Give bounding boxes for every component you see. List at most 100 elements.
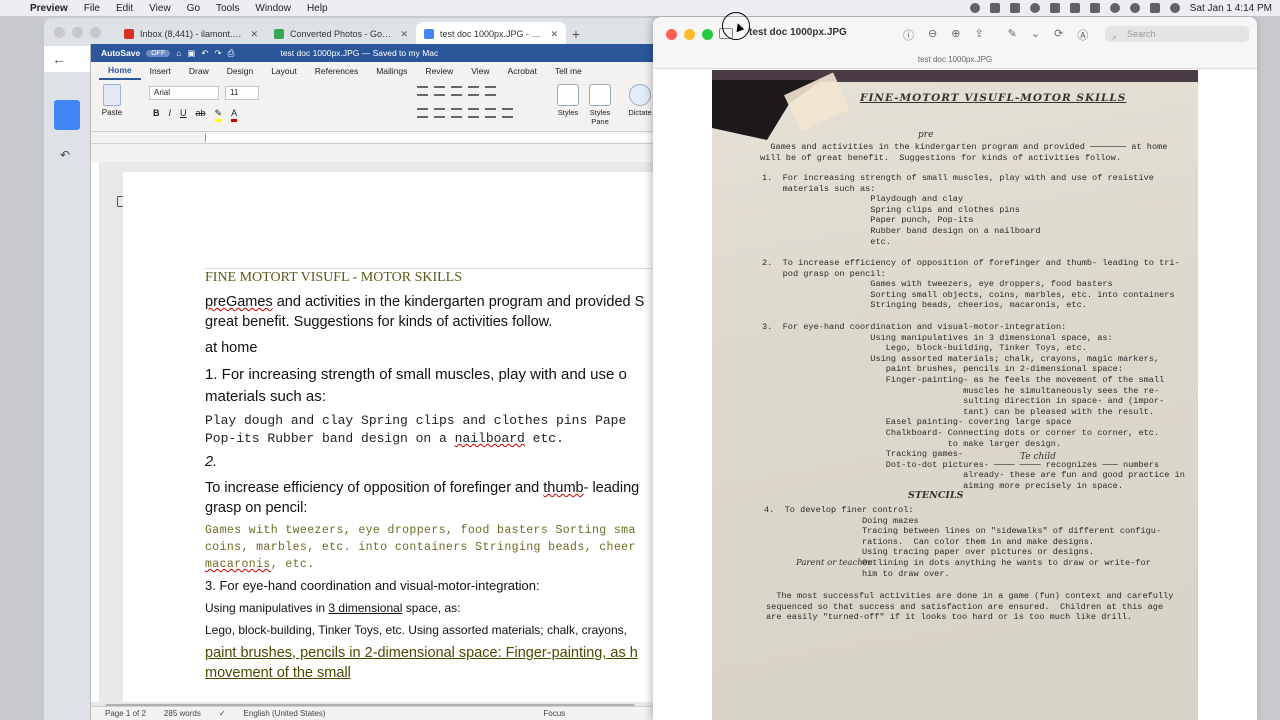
- record-icon[interactable]: [969, 3, 980, 13]
- print-icon[interactable]: ⎙: [228, 48, 235, 59]
- align-right-icon[interactable]: [451, 108, 462, 118]
- page-count[interactable]: Page 1 of 2: [105, 709, 146, 718]
- volume-icon[interactable]: [1049, 3, 1060, 13]
- camera-icon[interactable]: [989, 3, 1000, 13]
- menu-file[interactable]: File: [76, 3, 108, 14]
- menu-tools[interactable]: Tools: [208, 3, 247, 14]
- menu-app-name[interactable]: Preview: [22, 3, 76, 14]
- tab-references[interactable]: References: [306, 66, 367, 76]
- header-rule: [205, 268, 664, 269]
- tab-home[interactable]: Home: [99, 62, 141, 80]
- underline-button[interactable]: U: [180, 108, 187, 122]
- new-tab-button[interactable]: +: [566, 22, 586, 46]
- home-icon[interactable]: ⌂: [176, 48, 181, 58]
- save-icon[interactable]: ▣: [187, 48, 195, 59]
- menu-clock[interactable]: Sat Jan 1 4:14 PM: [1190, 3, 1272, 14]
- tab-mailings[interactable]: Mailings: [367, 66, 416, 76]
- paste-button[interactable]: Paste: [99, 84, 125, 117]
- undo-icon[interactable]: ↶: [201, 48, 208, 59]
- doc-paragraph: macaronis, etc.: [205, 558, 315, 571]
- clock-history-icon[interactable]: [1029, 3, 1040, 13]
- battery-icon[interactable]: [1089, 3, 1100, 13]
- undo-icon[interactable]: ↶: [60, 148, 70, 162]
- strikethrough-button[interactable]: ab: [196, 108, 206, 122]
- info-icon[interactable]: ⓘ: [903, 27, 914, 43]
- share-icon[interactable]: ⇪: [974, 27, 983, 43]
- align-left-icon[interactable]: [417, 108, 428, 118]
- highlight-icon[interactable]: ✎: [214, 108, 223, 122]
- zoom-window-button[interactable]: [90, 27, 101, 38]
- tab-layout[interactable]: Layout: [262, 66, 306, 76]
- menu-go[interactable]: Go: [179, 3, 208, 14]
- zoom-in-icon[interactable]: ⊕: [951, 27, 960, 43]
- document-body[interactable]: FINE MOTORT VISUFL - MOTOR SKILLS preGam…: [205, 270, 664, 683]
- multilevel-list-icon[interactable]: [451, 86, 462, 96]
- markup-pen-icon[interactable]: ✎: [1008, 27, 1017, 43]
- markup-icon[interactable]: Ⓐ: [1077, 27, 1088, 43]
- bluetooth-icon[interactable]: [1009, 3, 1020, 13]
- rotate-icon[interactable]: ⟳: [1054, 27, 1063, 43]
- language-indicator[interactable]: English (United States): [244, 709, 326, 718]
- minimize-window-button[interactable]: [72, 27, 83, 38]
- chrome-tab-docs[interactable]: test doc 1000px.JPG - Google D ✕: [416, 22, 566, 46]
- flag-icon[interactable]: [1069, 3, 1080, 13]
- chrome-window: Inbox (8,441) - ilamont.com@gm ✕ Convert…: [44, 18, 664, 720]
- font-size-select[interactable]: 11: [225, 86, 259, 100]
- font-color-icon[interactable]: A: [231, 108, 238, 122]
- styles-pane-icon: [589, 84, 611, 106]
- justify-icon[interactable]: [468, 108, 479, 118]
- control-center-icon[interactable]: [1149, 3, 1160, 13]
- zoom-window-button[interactable]: [702, 29, 713, 40]
- tab-design[interactable]: Design: [218, 66, 262, 76]
- shading-icon[interactable]: [502, 108, 513, 118]
- tab-acrobat[interactable]: Acrobat: [499, 66, 546, 76]
- focus-button[interactable]: Focus: [543, 709, 565, 718]
- menu-help[interactable]: Help: [299, 3, 336, 14]
- horizontal-ruler[interactable]: [91, 132, 664, 144]
- spotlight-search-icon[interactable]: [1129, 3, 1140, 13]
- tab-review[interactable]: Review: [416, 66, 462, 76]
- chrome-tab-drive[interactable]: Converted Photos - Google Driv ✕: [266, 22, 416, 46]
- menu-view[interactable]: View: [141, 3, 179, 14]
- preview-canvas[interactable]: FINE-MOTORT VISUFL-MOTOR SKILLS pre Game…: [653, 70, 1257, 720]
- tab-insert[interactable]: Insert: [141, 66, 180, 76]
- close-window-button[interactable]: [666, 29, 677, 40]
- word-count[interactable]: 285 words: [164, 709, 201, 718]
- document-page[interactable]: FINE MOTORT VISUFL - MOTOR SKILLS preGam…: [123, 172, 664, 712]
- decrease-indent-icon[interactable]: [468, 86, 479, 96]
- align-center-icon[interactable]: [434, 108, 445, 118]
- wifi-icon[interactable]: [1109, 3, 1120, 13]
- doc-paragraph: 1. For increasing strength of small musc…: [205, 366, 627, 383]
- line-spacing-icon[interactable]: [485, 108, 496, 118]
- dictate-button[interactable]: Dictate: [625, 84, 655, 117]
- chevron-down-icon[interactable]: ⌄: [1031, 27, 1040, 43]
- close-tab-icon[interactable]: ✕: [400, 29, 408, 40]
- italic-button[interactable]: I: [169, 108, 172, 122]
- font-name-select[interactable]: Arial: [149, 86, 219, 100]
- minimize-window-button[interactable]: [684, 29, 695, 40]
- close-tab-icon[interactable]: ✕: [250, 29, 258, 40]
- tab-draw[interactable]: Draw: [180, 66, 218, 76]
- chrome-tab-gmail[interactable]: Inbox (8,441) - ilamont.com@gm ✕: [116, 22, 266, 46]
- close-window-button[interactable]: [54, 27, 65, 38]
- menu-window[interactable]: Window: [247, 3, 299, 14]
- increase-indent-icon[interactable]: [485, 86, 496, 96]
- close-tab-icon[interactable]: ✕: [550, 29, 558, 40]
- siri-icon[interactable]: [1169, 3, 1180, 13]
- docs-logo-icon[interactable]: [54, 100, 80, 130]
- bullets-icon[interactable]: [417, 86, 428, 96]
- redo-icon[interactable]: ↷: [215, 48, 222, 59]
- styles-pane-button[interactable]: Styles Pane: [585, 84, 615, 126]
- zoom-out-icon[interactable]: ⊖: [928, 27, 937, 43]
- numbering-icon[interactable]: [434, 86, 445, 96]
- ribbon: Paste Arial 11 B I U ab ✎ A Styles Style…: [91, 80, 664, 132]
- autosave-toggle[interactable]: OFF: [146, 49, 171, 57]
- styles-button[interactable]: Styles: [553, 84, 583, 117]
- menu-edit[interactable]: Edit: [108, 3, 141, 14]
- search-input[interactable]: ⌕ Search: [1105, 26, 1249, 42]
- back-arrow-icon[interactable]: ←: [52, 51, 66, 67]
- proofing-icon[interactable]: ✓: [219, 709, 226, 718]
- tab-tell-me[interactable]: Tell me: [546, 66, 591, 76]
- tab-view[interactable]: View: [462, 66, 498, 76]
- bold-button[interactable]: B: [153, 108, 160, 122]
